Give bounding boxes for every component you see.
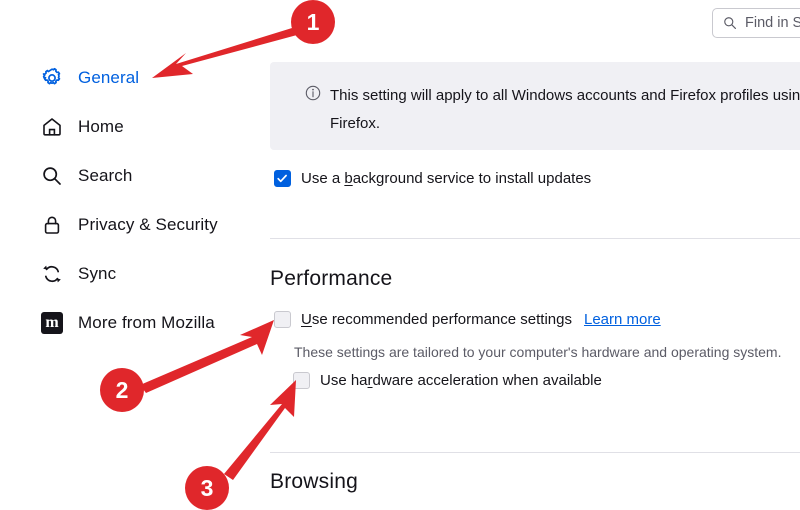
sidebar-item-privacy-security[interactable]: Privacy & Security bbox=[40, 211, 218, 239]
info-banner-text: This setting will apply to all Windows a… bbox=[330, 87, 800, 132]
performance-hint-text: These settings are tailored to your comp… bbox=[294, 344, 782, 360]
info-banner: This setting will apply to all Windows a… bbox=[270, 62, 800, 150]
sidebar-item-label: More from Mozilla bbox=[78, 313, 215, 332]
section-divider-browsing bbox=[270, 452, 800, 453]
background-service-label: Use a background service to install upda… bbox=[301, 170, 592, 187]
recommended-performance-label: Use recommended performance settings bbox=[301, 311, 572, 328]
sync-icon bbox=[43, 265, 61, 283]
browsing-section-title: Browsing bbox=[270, 470, 358, 493]
home-icon bbox=[43, 118, 61, 136]
sidebar-item-sync[interactable]: Sync bbox=[40, 260, 116, 288]
sidebar-item-label: Sync bbox=[78, 264, 117, 283]
sidebar-item-home[interactable]: Home bbox=[40, 113, 124, 141]
sidebar-item-label: Privacy & Security bbox=[78, 215, 218, 234]
performance-section-title: Performance bbox=[270, 267, 393, 290]
sidebar-item-more-from-mozilla[interactable]: m More from Mozilla bbox=[40, 309, 215, 337]
sidebar-item-label: General bbox=[78, 68, 140, 87]
magnifier-icon bbox=[43, 167, 61, 185]
lock-icon bbox=[44, 216, 60, 234]
settings-sidebar: General Home Search Privacy & Security S… bbox=[0, 0, 250, 508]
hardware-acceleration-checkbox[interactable] bbox=[293, 372, 310, 389]
background-service-checkbox[interactable] bbox=[274, 170, 291, 187]
mozilla-m-icon: m bbox=[41, 312, 63, 334]
learn-more-link[interactable]: Learn more bbox=[584, 311, 661, 328]
sidebar-item-general[interactable]: General bbox=[40, 64, 139, 92]
section-divider-performance bbox=[270, 238, 800, 239]
hardware-acceleration-checkbox-row[interactable]: Use hardware acceleration when available bbox=[293, 372, 602, 389]
sidebar-item-label: Search bbox=[78, 166, 133, 185]
info-circle-icon bbox=[305, 85, 321, 101]
gear-icon bbox=[42, 67, 61, 85]
hardware-acceleration-label: Use hardware acceleration when available bbox=[320, 372, 602, 389]
background-service-checkbox-row[interactable]: Use a background service to install upda… bbox=[274, 170, 591, 187]
sidebar-item-label: Home bbox=[78, 117, 124, 136]
recommended-performance-checkbox-row[interactable]: Use recommended performance settings Lea… bbox=[274, 311, 661, 328]
recommended-performance-checkbox[interactable] bbox=[274, 311, 291, 328]
settings-main-panel: This setting will apply to all Windows a… bbox=[270, 0, 800, 508]
sidebar-item-search[interactable]: Search bbox=[40, 162, 132, 190]
